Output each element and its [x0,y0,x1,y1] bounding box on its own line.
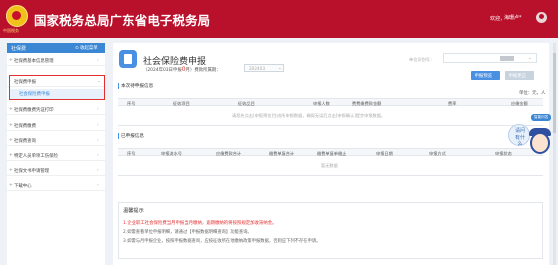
assistant-bubble: 请问有什么 [508,124,530,147]
chevron-down-icon: ⌄ [278,65,282,71]
period-select-value: 202403 [249,66,265,71]
chevron-right-icon: › [97,106,99,112]
sidebar-item-label: 社保费缴费 [14,123,36,129]
bubble-text: 请问有什么 [514,128,525,147]
tips-title: 温馨提示 [123,208,144,214]
table-header-declared: 序号 申报流水号 应缴费款合计 缴费单复合计 缴费单复单缴止 申报日期 申报方式… [118,148,543,156]
chevron-down-icon: ⌄ [528,55,532,61]
scrollbar-thumb[interactable] [553,53,556,133]
sidebar-item-label: 下载中心 [14,183,32,189]
top-header: 中国税务 国家税务总局广东省电子税务局 欢迎， 海珊卢* [0,0,558,38]
site-title: 国家税务总局广东省电子税务局 [34,13,211,28]
user-name[interactable]: 海珊卢* [504,14,522,21]
emblem-caption: 中国税务 [3,28,19,33]
mascot-face-icon [530,132,550,154]
expand-icon: + [9,122,13,128]
chevron-right-icon: › [97,122,99,128]
main-panel: 社会保险费申报 （2024年03日申报0月）费款所属期： 202403 ⌄ 单位… [113,43,549,265]
empty-message: 请您先点击[申报预览]生成所申报数据，确保无误后点击[申报确认]提交申报数据。 [232,113,386,118]
expand-icon: + [9,106,13,112]
sidebar-item-voucher-print[interactable]: + 社保费缴费凭证打印 › [7,104,105,115]
chevron-right-icon: › [97,57,99,63]
sidebar-item-label: 社保文书申请管理 [14,168,50,174]
tax-emblem-logo [6,5,28,27]
tip-item: 3.如需与月申报企业，按照申报数据查询，应按征收所在地缴纳政策申报数据，否则应下… [123,239,321,244]
highlight-annotation-box [9,75,105,100]
unit-label: 单位：元，人 [519,91,546,96]
sidebar: 社保费 ⊙ 收起菜单 + 社保费基本信息管理 › - 社保费申报 ⌄ 社会保险费… [7,43,105,265]
tax-id-select[interactable]: ⌄ [443,53,537,63]
expand-icon: + [9,182,13,188]
period-suffix: 月）费款所属期： [185,68,221,73]
expand-icon: + [9,152,13,158]
chevron-right-icon: › [97,152,99,158]
tax-id-label: 单位识别号： [409,57,435,62]
button-label: 申报更正 [508,74,527,79]
expand-icon: + [9,167,13,173]
sidebar-item-query[interactable]: + 社保费查询 › [7,135,105,146]
period-info: （2024年03日申报0月）费款所属期： [143,66,221,73]
sidebar-item-work-injury[interactable]: + 特定人员单项工伤保险 › [7,150,105,161]
section-title-declared: 已申报信息 [118,133,144,139]
sidebar-item-label: 社保费基本信息管理 [14,58,54,64]
scrollbar[interactable] [553,43,556,265]
sidebar-item-documents[interactable]: + 社保文书申请管理 › [7,165,105,176]
chevron-right-icon: › [97,182,99,188]
tips-box: 温馨提示 1.企业职工社会保险费当月申报当月缴纳，逾期缴纳的将按照规定加收滞纳金… [118,202,543,259]
sidebar-item-payment[interactable]: + 社保费缴费 › [7,120,105,131]
table-empty-declared: 暂无数据 [118,156,543,176]
welcome-text: 欢迎， [490,16,506,22]
declare-preview-button[interactable]: 申报预览 [471,71,500,80]
table-header-pending: 序号 征收项目 征收品目 申报人数 费费缴费款金额 费率 应缴金额 [118,98,543,106]
sidebar-header: 社保费 ⊙ 收起菜单 [7,43,105,53]
sidebar-title: 社保费 [11,46,27,53]
tip-item: 2.如需查看单位申报明细，请通过【申报数据明细查询】功能查询。 [123,230,252,235]
empty-message: 暂无数据 [321,163,338,168]
period-select[interactable]: 202403 ⌄ [244,64,284,72]
button-label: 申报预览 [474,74,493,79]
sidebar-item-label: 社保费查询 [14,138,36,144]
document-icon [119,50,137,68]
avatar[interactable] [536,12,547,23]
chevron-right-icon: › [97,137,99,143]
sidebar-item-download-center[interactable]: + 下载中心 › [7,180,105,191]
declare-correct-button[interactable]: 申报更正 [505,71,534,80]
section-title-pending: 本次待申报信息 [118,83,153,89]
sidebar-item-label: 特定人员单项工伤保险 [14,153,58,159]
table-empty-pending: 请您先点击[申报预览]生成所申报数据，确保无误后点击[申报确认]提交申报数据。 [118,106,543,126]
masked-value [500,56,514,61]
expand-icon: + [9,137,13,143]
sidebar-item-label: 社保费缴费凭证打印 [14,107,54,113]
tip-item: 1.企业职工社会保险费当月申报当月缴纳，逾期缴纳的将按照规定加收滞纳金。 [123,221,277,226]
chevron-right-icon: › [97,167,99,173]
sidebar-item-basic-info[interactable]: + 社保费基本信息管理 › [7,55,105,66]
assistant-mascot[interactable]: 请问有什么 [508,120,552,164]
period-prefix: （2024年03日申报 [143,68,182,73]
collapse-menu-button[interactable]: ⊙ 收起菜单 [75,45,98,51]
expand-icon: + [9,57,13,63]
